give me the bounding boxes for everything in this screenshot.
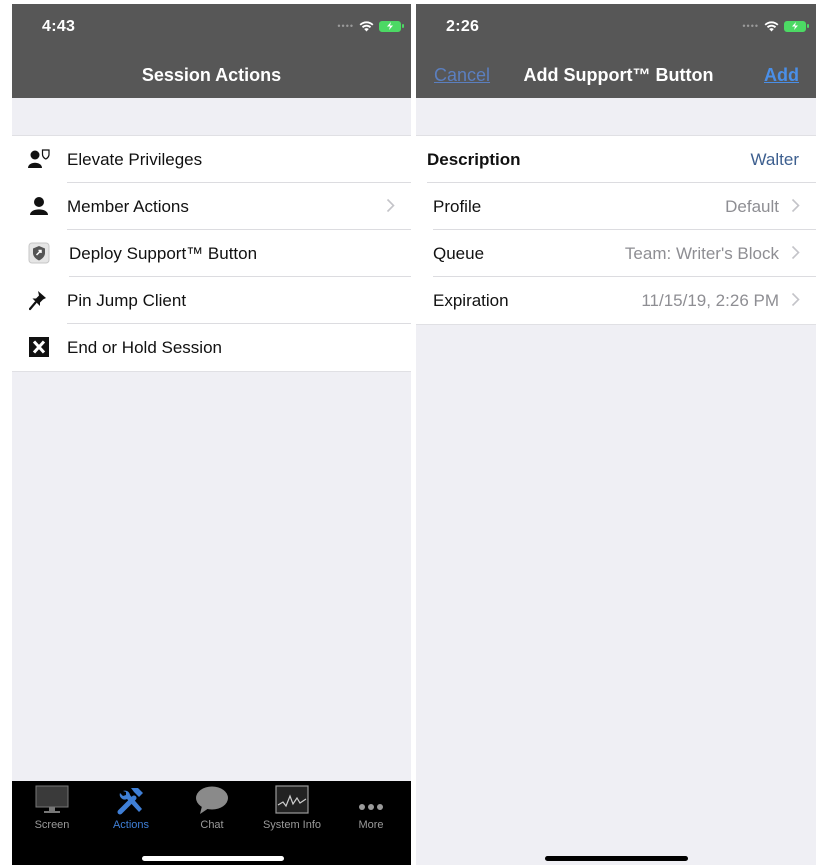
- profile-field[interactable]: Profile Default: [416, 183, 816, 230]
- menu-item-elevate-privileges[interactable]: Elevate Privileges: [12, 136, 411, 183]
- field-label: Profile: [433, 197, 482, 216]
- status-bar: 2:26 ••••: [416, 4, 816, 52]
- nav-bar: Session Actions: [12, 52, 411, 98]
- home-indicator[interactable]: [142, 856, 284, 861]
- end-session-icon: [28, 336, 50, 358]
- menu-item-label: End or Hold Session: [67, 338, 222, 357]
- signal-icon: ••••: [742, 21, 759, 31]
- description-field[interactable]: Description Walter: [416, 136, 816, 183]
- field-label: Description: [427, 150, 521, 169]
- tab-screen[interactable]: Screen: [17, 785, 87, 831]
- home-indicator[interactable]: [545, 856, 688, 861]
- pin-icon: [28, 289, 50, 311]
- tab-bar: Screen Actions Chat System Info More: [12, 781, 411, 865]
- field-value[interactable]: Walter: [751, 136, 800, 183]
- chevron-right-icon: [791, 292, 800, 307]
- tab-more[interactable]: More: [336, 785, 406, 831]
- member-icon: [28, 195, 50, 217]
- menu-item-member-actions[interactable]: Member Actions: [12, 183, 411, 230]
- support-button-form: Description Walter Profile Default Queue…: [416, 135, 816, 325]
- cancel-button[interactable]: Cancel: [434, 65, 490, 86]
- status-time: 2:26: [446, 18, 480, 35]
- add-support-button-screen: 2:26 •••• Cancel Add Support™ Button Add…: [416, 4, 816, 865]
- more-dots-icon: [336, 785, 406, 815]
- chevron-right-icon: [791, 245, 800, 260]
- wifi-icon: [764, 20, 779, 31]
- page-title: Add Support™ Button: [523, 65, 714, 85]
- field-label: Queue: [433, 244, 485, 263]
- monitor-icon: [17, 785, 87, 815]
- tab-chat[interactable]: Chat: [177, 785, 247, 831]
- menu-item-label: Member Actions: [67, 183, 411, 230]
- session-actions-screen: 4:43 •••• Session Actions Elevate Privil…: [12, 4, 411, 865]
- field-value: Team: Writer's Block: [624, 244, 779, 263]
- field-value: Default: [725, 197, 779, 216]
- chevron-right-icon: [791, 198, 800, 213]
- page-title: Session Actions: [141, 65, 282, 85]
- field-value: 11/15/19, 2:26 PM: [641, 291, 779, 310]
- status-icons: ••••: [742, 20, 809, 32]
- menu-item-label: Elevate Privileges: [67, 136, 411, 183]
- tab-label: More: [358, 819, 384, 831]
- menu-item-end-or-hold-session[interactable]: End or Hold Session: [12, 324, 411, 371]
- elevate-privileges-icon: [28, 148, 50, 170]
- add-button[interactable]: Add: [764, 65, 799, 86]
- chat-bubble-icon: [177, 785, 247, 815]
- menu-item-label: Deploy Support™ Button: [69, 230, 411, 277]
- expiration-field[interactable]: Expiration 11/15/19, 2:26 PM: [416, 277, 816, 324]
- menu-item-deploy-support-button[interactable]: Deploy Support™ Button: [12, 230, 411, 277]
- menu-item-pin-jump-client[interactable]: Pin Jump Client: [12, 277, 411, 324]
- system-graph-icon: [256, 785, 328, 815]
- actions-list: Elevate Privileges Member Actions Deploy…: [12, 135, 411, 372]
- tab-label: Actions: [112, 819, 150, 831]
- support-button-icon: [28, 242, 50, 264]
- status-time: 4:43: [42, 18, 76, 35]
- tab-actions[interactable]: Actions: [96, 785, 166, 831]
- tab-label: System Info: [262, 819, 322, 831]
- tab-label: Screen: [34, 819, 70, 831]
- nav-bar: Cancel Add Support™ Button Add: [416, 52, 816, 98]
- status-icons: ••••: [337, 20, 404, 32]
- tools-icon: [96, 785, 166, 815]
- battery-icon: [784, 20, 809, 32]
- chevron-right-icon: [386, 198, 395, 213]
- field-label: Expiration: [433, 291, 509, 310]
- wifi-icon: [359, 20, 374, 31]
- queue-field[interactable]: Queue Team: Writer's Block: [416, 230, 816, 277]
- status-bar: 4:43 ••••: [12, 4, 411, 52]
- tab-label: Chat: [200, 819, 224, 831]
- battery-icon: [379, 20, 404, 32]
- menu-item-label: Pin Jump Client: [67, 277, 411, 324]
- tab-system-info[interactable]: System Info: [256, 785, 328, 831]
- signal-icon: ••••: [337, 21, 354, 31]
